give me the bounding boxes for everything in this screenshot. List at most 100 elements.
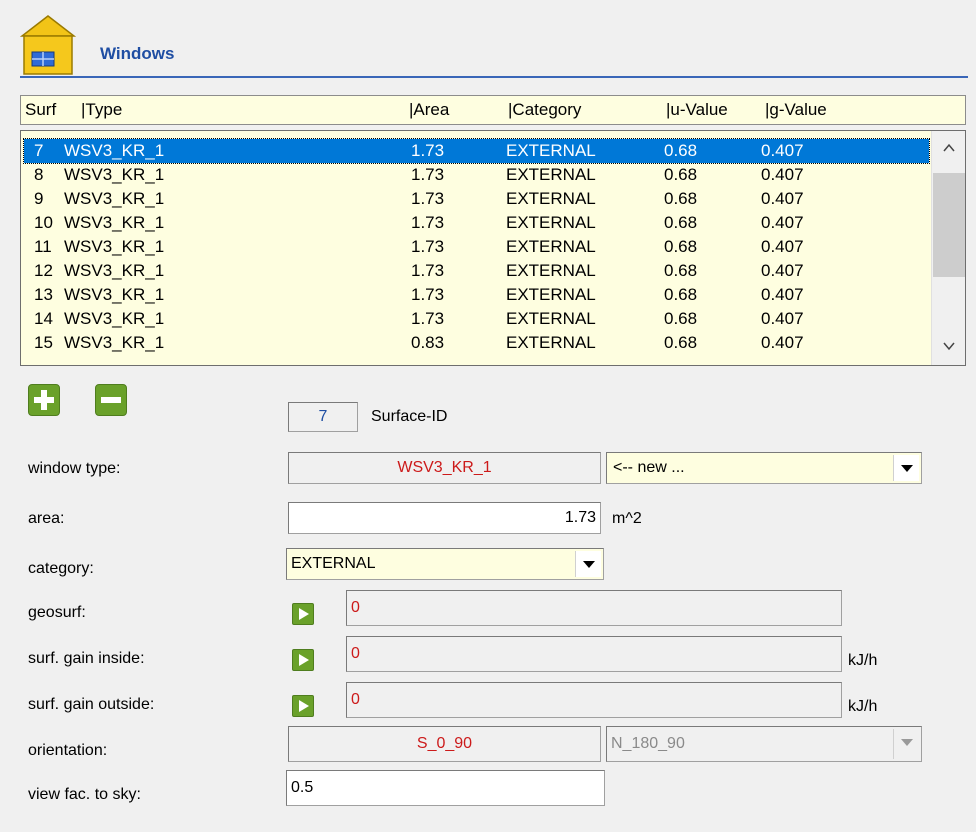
table-row[interactable]: 13 WSV3_KR_1 1.73 EXTERNAL 0.68 0.407 — [24, 283, 929, 307]
cell-category: EXTERNAL — [506, 237, 596, 256]
column-header-g-value[interactable]: |g-Value — [765, 100, 827, 120]
cell-type: WSV3_KR_1 — [64, 189, 165, 208]
orientation-label: orientation: — [28, 742, 108, 759]
cell-surf: 8 — [34, 165, 44, 184]
gain-inside-label: surf. gain inside: — [28, 650, 145, 667]
orientation-select[interactable]: N_180_90 — [606, 726, 922, 762]
cell-u: 0.68 — [664, 189, 698, 208]
scroll-down-icon[interactable] — [940, 337, 958, 355]
cell-surf: 9 — [34, 189, 44, 208]
window-type-select[interactable]: <-- new ... — [606, 452, 922, 484]
dropdown-button[interactable] — [893, 455, 919, 481]
table-row[interactable]: 15 WSV3_KR_1 0.83 EXTERNAL 0.68 0.407 — [24, 331, 929, 355]
cell-type: WSV3_KR_1 — [64, 333, 165, 352]
table-row[interactable]: 11 WSV3_KR_1 1.73 EXTERNAL 0.68 0.407 — [24, 235, 929, 259]
view-factor-input[interactable]: 0.5 — [286, 770, 605, 806]
area-input[interactable]: 1.73 — [288, 502, 601, 534]
area-unit: m^2 — [612, 510, 642, 527]
column-header-area[interactable]: |Area — [409, 100, 449, 120]
cell-area: 1.73 — [411, 141, 445, 160]
cell-g: 0.407 — [761, 141, 804, 160]
dropdown-button[interactable] — [575, 551, 601, 577]
cell-area: 1.73 — [411, 189, 445, 208]
vertical-scrollbar[interactable] — [931, 131, 965, 365]
cell-type: WSV3_KR_1 — [64, 213, 165, 232]
orientation-field: S_0_90 — [288, 726, 601, 762]
cell-type: WSV3_KR_1 — [64, 285, 165, 304]
cell-surf: 13 — [34, 285, 53, 304]
remove-window-button[interactable] — [95, 384, 127, 416]
column-header-u-value[interactable]: |u-Value — [666, 100, 728, 120]
scroll-up-icon[interactable] — [940, 139, 958, 157]
cell-u: 0.68 — [664, 141, 698, 160]
cell-area: 1.73 — [411, 285, 445, 304]
table-row[interactable]: 9 WSV3_KR_1 1.73 EXTERNAL 0.68 0.407 — [24, 187, 929, 211]
cell-g: 0.407 — [761, 333, 804, 352]
cell-g: 0.407 — [761, 213, 804, 232]
cell-u: 0.68 — [664, 261, 698, 280]
add-window-button[interactable] — [28, 384, 60, 416]
geosurf-field: 0 — [346, 590, 842, 626]
cell-u: 0.68 — [664, 309, 698, 328]
cell-category: EXTERNAL — [506, 165, 596, 184]
windows-list[interactable]: 7 WSV3_KR_1 1.73 EXTERNAL 0.68 0.407 8 WSV3_KR_… — [20, 130, 966, 366]
cell-g: 0.407 — [761, 285, 804, 304]
geosurf-label: geosurf: — [28, 604, 86, 621]
title-divider — [20, 76, 968, 78]
cell-category: EXTERNAL — [506, 285, 596, 304]
dropdown-button[interactable] — [893, 729, 919, 759]
minus-icon — [101, 397, 121, 403]
cell-g: 0.407 — [761, 237, 804, 256]
gain-outside-field: 0 — [346, 682, 842, 718]
table-header: Surf |Type |Area |Category |u-Value |g-V… — [20, 95, 966, 125]
gain-outside-unit: kJ/h — [848, 698, 878, 715]
gain-inside-pick-button[interactable] — [292, 649, 314, 671]
play-icon — [299, 608, 309, 620]
cell-g: 0.407 — [761, 189, 804, 208]
house-window-icon — [19, 14, 77, 76]
cell-surf: 7 — [34, 141, 44, 160]
cell-category: EXTERNAL — [506, 333, 596, 352]
cell-g: 0.407 — [761, 261, 804, 280]
section-title: Windows — [100, 44, 175, 63]
cell-surf: 10 — [34, 213, 53, 232]
window-type-label: window type: — [28, 460, 121, 477]
geosurf-pick-button[interactable] — [292, 603, 314, 625]
cell-area: 1.73 — [411, 237, 445, 256]
chevron-down-icon — [901, 465, 913, 472]
cell-g: 0.407 — [761, 309, 804, 328]
view-factor-label: view fac. to sky: — [28, 786, 141, 803]
scrollbar-thumb[interactable] — [933, 173, 965, 277]
column-header-type[interactable]: |Type — [81, 100, 122, 120]
cell-type: WSV3_KR_1 — [64, 309, 165, 328]
gain-outside-pick-button[interactable] — [292, 695, 314, 717]
cell-g: 0.407 — [761, 165, 804, 184]
cell-surf: 15 — [34, 333, 53, 352]
cell-surf: 11 — [34, 237, 52, 256]
window-type-select-value: <-- new ... — [613, 459, 685, 476]
cell-category: EXTERNAL — [506, 213, 596, 232]
table-row[interactable]: 10 WSV3_KR_1 1.73 EXTERNAL 0.68 0.407 — [24, 211, 929, 235]
cell-area: 1.73 — [411, 309, 445, 328]
category-select[interactable]: EXTERNAL — [286, 548, 604, 580]
cell-u: 0.68 — [664, 285, 698, 304]
cell-u: 0.68 — [664, 213, 698, 232]
gain-inside-field: 0 — [346, 636, 842, 672]
surface-id-field: 7 — [288, 402, 358, 432]
column-header-surf[interactable]: Surf — [25, 100, 56, 120]
surface-id-label: Surface-ID — [371, 408, 448, 425]
plus-icon — [34, 390, 54, 410]
table-row[interactable]: 12 WSV3_KR_1 1.73 EXTERNAL 0.68 0.407 — [24, 259, 929, 283]
cell-surf: 12 — [34, 261, 53, 280]
play-icon — [299, 654, 309, 666]
cell-area: 1.73 — [411, 213, 445, 232]
cell-surf: 14 — [34, 309, 53, 328]
column-header-category[interactable]: |Category — [508, 100, 581, 120]
category-select-value: EXTERNAL — [291, 555, 376, 572]
cell-category: EXTERNAL — [506, 261, 596, 280]
chevron-down-icon — [583, 561, 595, 568]
table-row[interactable]: 14 WSV3_KR_1 1.73 EXTERNAL 0.68 0.407 — [24, 307, 929, 331]
table-row[interactable]: 8 WSV3_KR_1 1.73 EXTERNAL 0.68 0.407 — [24, 163, 929, 187]
cell-category: EXTERNAL — [506, 309, 596, 328]
table-row[interactable]: 7 WSV3_KR_1 1.73 EXTERNAL 0.68 0.407 — [23, 138, 930, 164]
